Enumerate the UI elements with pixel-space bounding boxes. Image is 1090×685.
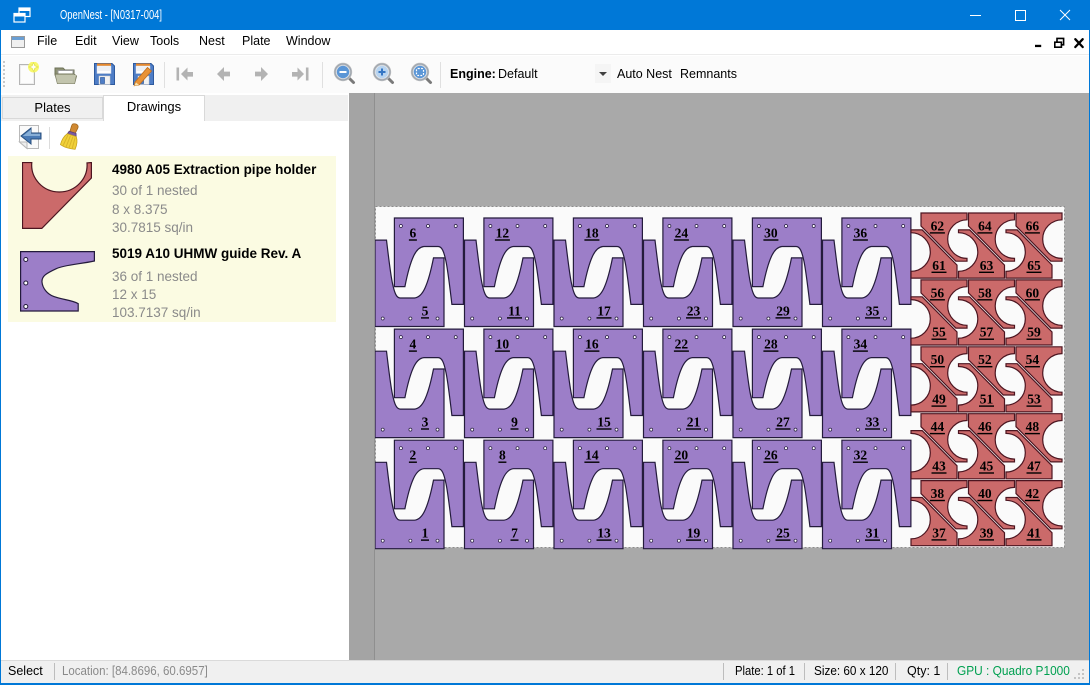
svg-text:57: 57	[980, 325, 994, 340]
svg-text:2: 2	[410, 448, 417, 463]
svg-text:46: 46	[978, 419, 992, 434]
svg-text:65: 65	[1027, 258, 1041, 273]
svg-text:51: 51	[980, 392, 994, 407]
svg-text:23: 23	[687, 303, 701, 318]
svg-text:56: 56	[931, 285, 945, 300]
svg-text:62: 62	[931, 218, 945, 233]
svg-text:11: 11	[508, 303, 521, 318]
svg-text:18: 18	[585, 226, 599, 241]
svg-text:33: 33	[866, 415, 880, 430]
svg-text:8: 8	[499, 448, 506, 463]
svg-text:41: 41	[1027, 525, 1041, 540]
svg-text:13: 13	[597, 526, 611, 541]
svg-text:5: 5	[422, 303, 429, 318]
svg-text:24: 24	[675, 226, 689, 241]
svg-text:4: 4	[410, 337, 417, 352]
svg-text:26: 26	[764, 448, 778, 463]
svg-text:45: 45	[980, 459, 994, 474]
svg-text:28: 28	[764, 337, 778, 352]
svg-text:3: 3	[422, 415, 429, 430]
svg-text:52: 52	[978, 352, 992, 367]
svg-text:22: 22	[675, 337, 689, 352]
svg-text:12: 12	[496, 226, 510, 241]
svg-text:60: 60	[1026, 285, 1040, 300]
svg-text:6: 6	[410, 226, 417, 241]
svg-text:44: 44	[931, 419, 945, 434]
svg-text:30: 30	[764, 226, 778, 241]
svg-text:66: 66	[1026, 218, 1040, 233]
svg-text:7: 7	[511, 526, 518, 541]
svg-text:58: 58	[978, 285, 992, 300]
svg-text:14: 14	[585, 448, 599, 463]
svg-text:10: 10	[496, 337, 510, 352]
svg-text:29: 29	[776, 303, 790, 318]
svg-text:47: 47	[1027, 459, 1041, 474]
svg-text:64: 64	[978, 218, 992, 233]
svg-text:42: 42	[1026, 486, 1040, 501]
svg-text:37: 37	[932, 525, 946, 540]
svg-text:27: 27	[776, 415, 790, 430]
svg-text:54: 54	[1026, 352, 1040, 367]
svg-text:59: 59	[1027, 325, 1041, 340]
svg-text:55: 55	[932, 325, 946, 340]
svg-text:21: 21	[687, 415, 701, 430]
svg-text:43: 43	[932, 459, 946, 474]
svg-text:61: 61	[932, 258, 946, 273]
svg-text:34: 34	[854, 337, 868, 352]
svg-text:17: 17	[597, 303, 611, 318]
svg-text:31: 31	[866, 526, 880, 541]
svg-text:20: 20	[675, 448, 689, 463]
svg-text:48: 48	[1026, 419, 1040, 434]
svg-text:53: 53	[1027, 392, 1041, 407]
svg-text:38: 38	[931, 486, 945, 501]
svg-text:35: 35	[866, 303, 880, 318]
svg-text:1: 1	[422, 526, 429, 541]
svg-text:25: 25	[776, 526, 790, 541]
svg-text:49: 49	[932, 392, 946, 407]
svg-text:16: 16	[585, 337, 599, 352]
svg-text:19: 19	[687, 526, 701, 541]
svg-text:63: 63	[980, 258, 994, 273]
svg-text:36: 36	[854, 226, 868, 241]
svg-text:40: 40	[978, 486, 992, 501]
svg-text:15: 15	[597, 415, 611, 430]
svg-text:50: 50	[931, 352, 945, 367]
svg-text:32: 32	[854, 448, 868, 463]
svg-text:9: 9	[511, 415, 518, 430]
svg-text:39: 39	[980, 525, 994, 540]
